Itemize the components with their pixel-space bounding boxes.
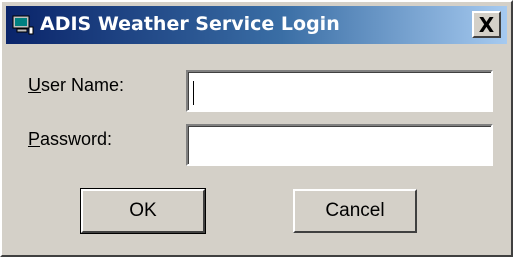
- title-bar[interactable]: ADIS Weather Service Login X: [6, 6, 507, 44]
- text-caret: [193, 81, 194, 105]
- cancel-button-label: Cancel: [325, 200, 385, 221]
- username-label: User Name:: [28, 75, 125, 95]
- password-field[interactable]: [186, 124, 493, 166]
- login-dialog: ADIS Weather Service Login X User Name: …: [0, 0, 513, 257]
- close-icon: X: [478, 12, 495, 37]
- computer-icon: [12, 15, 34, 35]
- close-button[interactable]: X: [472, 11, 501, 38]
- ok-button[interactable]: OK: [80, 188, 206, 234]
- ok-button-label: OK: [129, 200, 157, 221]
- window-title: ADIS Weather Service Login: [40, 13, 340, 35]
- password-label: Password:: [28, 129, 113, 149]
- username-field[interactable]: [186, 70, 493, 112]
- cancel-button[interactable]: Cancel: [293, 189, 417, 233]
